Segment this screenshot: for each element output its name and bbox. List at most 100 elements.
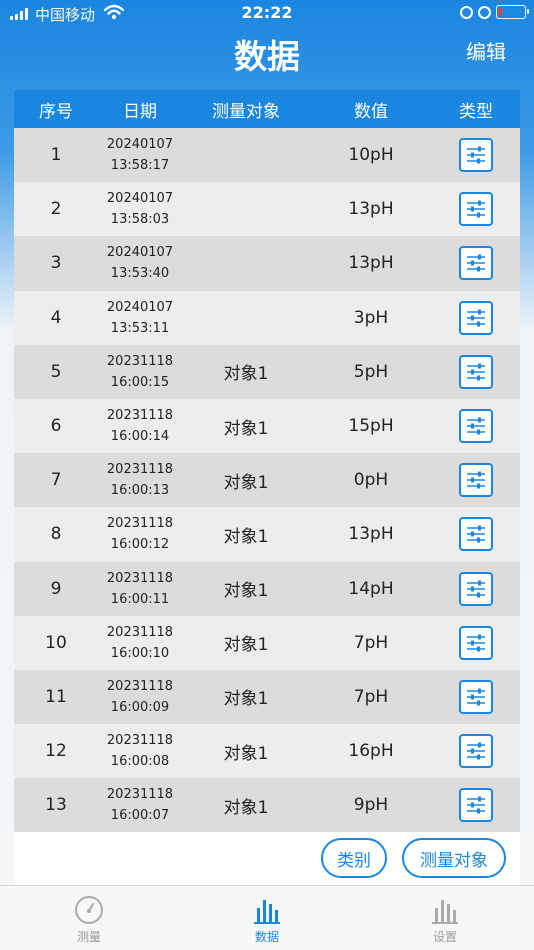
table-row[interactable]: 6 20231118 16:00:14 对象1 15pH — [14, 398, 520, 454]
row-datetime: 20231118 16:00:09 — [98, 676, 182, 718]
table-row[interactable]: 8 20231118 16:00:12 对象1 13pH — [14, 507, 520, 562]
row-value: 14pH — [348, 578, 394, 599]
row-value: 13pH — [348, 253, 394, 274]
row-time: 13:53:40 — [110, 266, 170, 282]
alarm-icon — [478, 5, 491, 19]
table-row[interactable]: 12 20231118 16:00:08 对象1 16pH — [14, 724, 520, 779]
table-row[interactable]: 9 20231118 16:00:11 对象1 14pH — [14, 561, 520, 616]
row-value: 9pH — [353, 795, 389, 816]
sliders-icon — [467, 634, 485, 652]
tab-measure[interactable]: 测量 — [29, 886, 149, 950]
table-row[interactable]: 4 20240107 13:53:11 3pH — [14, 290, 520, 345]
type-button[interactable] — [459, 463, 493, 498]
row-time: 16:00:09 — [110, 699, 170, 715]
row-object: 对象1 — [223, 472, 269, 493]
row-time: 16:00:11 — [110, 591, 170, 607]
row-type-cell — [432, 354, 520, 389]
row-time: 16:00:07 — [110, 808, 170, 824]
row-datetime: 20240107 13:58:03 — [98, 188, 182, 230]
row-datetime: 20231118 16:00:11 — [98, 568, 182, 610]
row-datetime: 20231118 16:00:07 — [98, 784, 182, 826]
sliders-icon — [467, 309, 485, 327]
row-type-cell — [432, 138, 520, 173]
row-time: 16:00:13 — [110, 483, 170, 499]
row-date: 20231118 — [106, 570, 174, 586]
type-button[interactable] — [459, 192, 493, 227]
sliders-icon — [467, 580, 485, 598]
row-index: 8 — [50, 524, 62, 545]
row-time: 16:00:08 — [110, 754, 170, 770]
row-object: 对象1 — [223, 689, 269, 710]
edit-button[interactable]: 编辑 — [466, 36, 506, 65]
page-title: 数据 — [234, 37, 300, 76]
row-object: 对象1 — [223, 364, 269, 385]
type-button[interactable] — [459, 138, 493, 173]
type-button[interactable] — [459, 354, 493, 389]
row-time: 13:53:11 — [110, 320, 170, 336]
orientation-lock-icon — [460, 5, 473, 19]
sliders-icon — [467, 254, 485, 272]
table-row[interactable]: 10 20231118 16:00:10 对象1 7pH — [14, 615, 520, 670]
measure-object-button[interactable]: 测量对象 — [402, 838, 506, 878]
row-value: 7pH — [353, 686, 389, 707]
bar-chart-icon — [254, 900, 280, 924]
type-button[interactable] — [459, 571, 493, 606]
row-type-cell — [432, 192, 520, 227]
row-object: 对象1 — [223, 743, 269, 764]
type-button[interactable] — [459, 300, 493, 335]
row-date: 20240107 — [106, 191, 174, 207]
header-date: 日期 — [123, 101, 157, 122]
table-row[interactable]: 7 20231118 16:00:13 对象1 0pH — [14, 453, 520, 508]
row-index: 7 — [50, 470, 62, 491]
tab-settings-label: 设置 — [432, 930, 457, 944]
tab-data-label: 数据 — [254, 930, 279, 944]
tab-data[interactable]: 数据 — [207, 886, 327, 950]
row-date: 20231118 — [106, 408, 174, 424]
row-time: 13:58:03 — [110, 212, 170, 228]
type-button[interactable] — [459, 788, 493, 823]
type-button[interactable] — [459, 246, 493, 281]
row-value: 3pH — [353, 307, 389, 328]
sliders-icon — [467, 417, 485, 435]
table-row[interactable]: 1 20240107 13:58:17 10pH — [14, 128, 520, 183]
table-row[interactable]: 5 20231118 16:00:15 对象1 5pH — [14, 344, 520, 399]
sliders-icon — [467, 525, 485, 543]
row-type-cell — [432, 571, 520, 606]
row-date: 20231118 — [106, 733, 174, 749]
table-footer: 类别 测量对象 — [14, 833, 520, 885]
row-time: 16:00:14 — [110, 429, 170, 445]
tab-bar: 测量 数据 设置 — [0, 885, 534, 950]
table-row[interactable]: 11 20231118 16:00:09 对象1 7pH — [14, 669, 520, 725]
row-date: 20231118 — [106, 624, 174, 640]
row-datetime: 20231118 16:00:12 — [98, 513, 182, 555]
row-time: 13:58:17 — [110, 158, 170, 174]
table-row[interactable]: 13 20231118 16:00:07 对象1 9pH — [14, 778, 520, 833]
category-button[interactable]: 类别 — [321, 838, 387, 878]
sliders-icon — [467, 200, 485, 218]
row-value: 5pH — [353, 361, 389, 382]
table-row[interactable]: 3 20240107 13:53:40 13pH — [14, 236, 520, 291]
table-row[interactable]: 2 20240107 13:58:03 13pH — [14, 182, 520, 237]
row-type-cell — [432, 679, 520, 714]
row-time: 16:00:15 — [110, 374, 170, 390]
row-index: 6 — [50, 416, 62, 437]
row-type-cell — [432, 788, 520, 823]
type-button[interactable] — [459, 734, 493, 769]
type-button[interactable] — [459, 625, 493, 660]
row-date: 20231118 — [106, 787, 174, 803]
type-button[interactable] — [459, 517, 493, 552]
row-date: 20231118 — [106, 462, 174, 478]
row-index: 2 — [50, 199, 62, 220]
row-type-cell — [432, 625, 520, 660]
row-index: 9 — [50, 578, 62, 599]
row-type-cell — [432, 734, 520, 769]
gauge-icon — [75, 896, 103, 924]
type-button[interactable] — [459, 679, 493, 714]
table-body: 1 20240107 13:58:17 10pH 2 20240107 13:58:03 13… — [14, 128, 520, 833]
row-time: 16:00:10 — [110, 645, 170, 661]
tab-settings[interactable]: 设置 — [385, 886, 505, 950]
type-button[interactable] — [459, 409, 493, 444]
header-index: 序号 — [39, 101, 73, 122]
sliders-icon — [467, 796, 485, 814]
tab-measure-label: 测量 — [76, 930, 101, 944]
